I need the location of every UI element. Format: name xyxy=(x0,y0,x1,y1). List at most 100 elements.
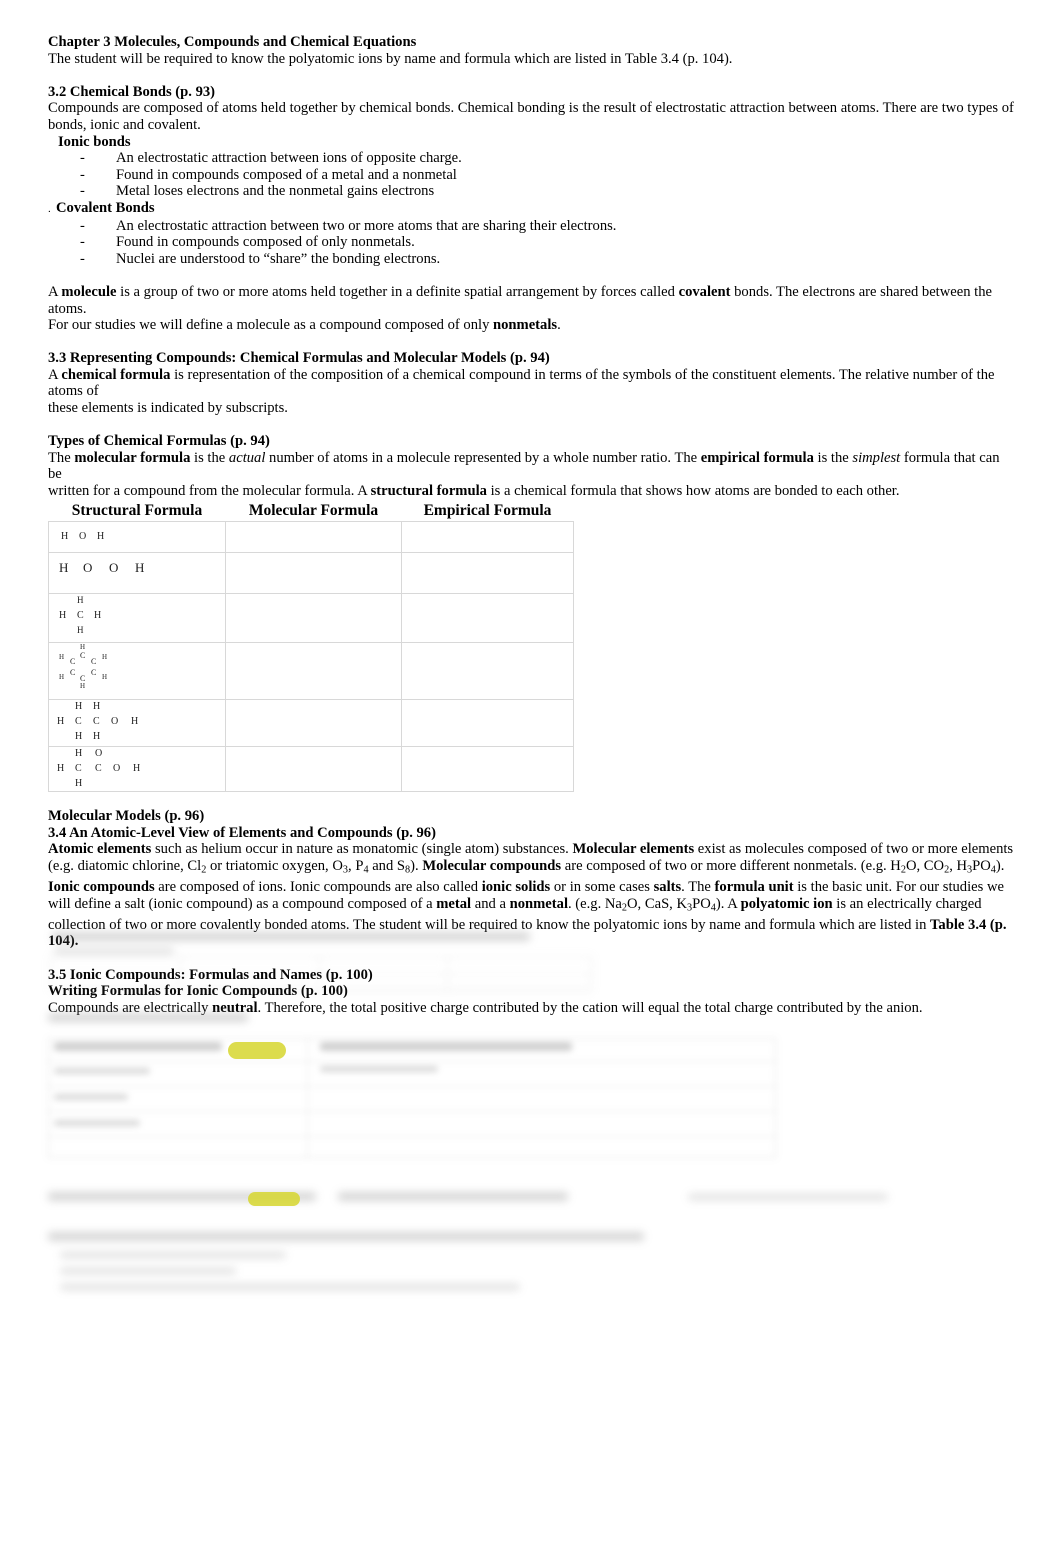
atom-label-O: O xyxy=(113,762,121,774)
formula-table: Structural Formula Molecular Formula Emp… xyxy=(48,502,574,792)
structural-formula-cell-hydrogen-peroxide: HOOH xyxy=(48,551,226,594)
structural-diagram-ethanol: HHHCCOHHH xyxy=(49,700,225,746)
atom-label-H: H xyxy=(97,530,105,542)
structural-formula-cell-ethanol: HHHCCOHHH xyxy=(48,698,226,747)
formula-table-head: Structural Formula Molecular Formula Emp… xyxy=(49,502,574,522)
term-covalent: covalent xyxy=(678,283,731,300)
molecular-formula-cell-hydrogen-peroxide[interactable] xyxy=(225,551,402,594)
text-run: such as helium occur in nature as monato… xyxy=(151,841,573,858)
empirical-formula-cell-hydrogen-peroxide[interactable] xyxy=(401,551,574,594)
text-run: . xyxy=(557,317,561,334)
text-run: and S xyxy=(368,858,406,874)
bullet-text: An electrostatic attraction between ions… xyxy=(116,150,462,167)
text-run: . Therefore, the total positive charge c… xyxy=(257,999,923,1016)
dash-marker: - xyxy=(80,183,85,200)
empirical-formula-value xyxy=(402,594,573,642)
empirical-formula-cell-ethanol[interactable] xyxy=(401,698,574,747)
emphasized-term: Molecular compounds xyxy=(422,858,562,874)
empirical-formula-cell-water[interactable] xyxy=(401,520,574,553)
emphasized-term: Molecular elements xyxy=(572,841,695,858)
atom-label-H: H xyxy=(93,730,101,742)
atom-label-O: O xyxy=(111,715,119,727)
bullet-text: Found in compounds composed of only nonm… xyxy=(116,234,415,251)
term-molecule: molecule xyxy=(61,283,117,300)
chapter-title: Chapter 3 Molecules, Compounds and Chemi… xyxy=(48,34,417,50)
text-run: . (e.g. Na xyxy=(568,895,622,912)
structural-diagram-methane: HHCHH xyxy=(49,594,225,642)
atom-label-H: H xyxy=(57,715,65,727)
redacted-region-table-2 xyxy=(48,1038,778,1160)
text-run: O, CaS, K xyxy=(627,895,688,912)
dash-marker: - xyxy=(80,217,85,234)
molecular-formula-value xyxy=(226,643,401,699)
emphasized-term: nonmetal xyxy=(509,895,568,912)
atom-label-C: C xyxy=(93,715,100,727)
text-run: ). xyxy=(995,858,1005,874)
text-run: is representation of the composition of … xyxy=(48,366,995,400)
text-run: and a xyxy=(471,895,510,912)
emphasized-term: Atomic elements xyxy=(48,841,152,858)
text-run: A xyxy=(48,366,62,383)
structural-formula-cell-benzene: HHCCCHCCHCHH xyxy=(48,641,226,700)
emphasized-term: Ionic compounds xyxy=(48,879,155,896)
section-heading-3-2: 3.2 Chemical Bonds (p. 93) xyxy=(48,83,216,100)
text-run: PO xyxy=(692,895,711,912)
text-run: are composed of two or more different no… xyxy=(561,858,901,874)
term-nonmetals: nonmetals xyxy=(493,317,558,334)
emphasis-simplest: simplest xyxy=(852,449,901,466)
bullet-text: Metal loses electrons and the nonmetal g… xyxy=(116,183,435,200)
term-chemical-formula: chemical formula xyxy=(61,366,171,383)
atom-label-C: C xyxy=(95,762,102,774)
text-run: For our studies we will define a molecul… xyxy=(48,317,494,334)
table-header-row: Structural Formula Molecular Formula Emp… xyxy=(49,502,574,522)
text-run: . The xyxy=(681,879,715,896)
atom-label-H: H xyxy=(75,747,83,759)
dash-marker: - xyxy=(80,234,85,251)
list-item: - Found in compounds composed of only non… xyxy=(48,234,1014,251)
molecular-formula-cell-ethanol[interactable] xyxy=(225,698,402,747)
empirical-formula-cell-methane[interactable] xyxy=(401,592,574,643)
bullet-text: Found in compounds composed of a metal a… xyxy=(116,166,457,183)
redacted-region-line-1 xyxy=(48,1013,278,1029)
molecular-formula-value xyxy=(226,594,401,642)
redacted-region-paragraph xyxy=(48,1230,668,1302)
dash-marker: - xyxy=(80,166,85,183)
chemical-formula-line-1: A chemical formula is representation of … xyxy=(48,367,1014,400)
column-header-molecular: Molecular Formula xyxy=(248,501,379,519)
redacted-region-line-2 xyxy=(48,1190,1008,1216)
table-row: HHCHH xyxy=(48,592,574,643)
structural-formula-cell-acetic-acid: HOHCCOHH xyxy=(48,745,226,792)
document-body: Chapter 3 Molecules, Compounds and Chemi… xyxy=(48,34,1014,1016)
stray-period-mark: . xyxy=(48,202,51,215)
molecular-formula-value xyxy=(226,553,401,593)
atom-label-H: H xyxy=(61,530,69,542)
text-run: is the xyxy=(813,449,853,466)
molecular-formula-value xyxy=(226,700,401,746)
section-3-2-intro-line-2: bonds, ionic and covalent. xyxy=(48,116,201,133)
atom-label-C: C xyxy=(70,656,76,666)
molecular-formula-cell-methane[interactable] xyxy=(225,592,402,643)
atom-label-H: H xyxy=(75,777,83,789)
term-empirical-formula: empirical formula xyxy=(700,449,814,466)
text-run: is a group of two or more atoms held tog… xyxy=(116,283,679,300)
covalent-bonds-label: . Covalent Bonds xyxy=(48,200,1014,218)
empirical-formula-cell-acetic-acid[interactable] xyxy=(401,745,574,792)
types-line-1: The molecular formula is the actual numb… xyxy=(48,450,1014,483)
text-run: ). A xyxy=(715,895,741,912)
molecular-formula-cell-acetic-acid[interactable] xyxy=(225,745,402,792)
molecular-formula-cell-benzene[interactable] xyxy=(225,641,402,700)
empirical-formula-cell-benzene[interactable] xyxy=(401,641,574,700)
atom-label-H: H xyxy=(135,559,145,575)
term-molecular-formula: molecular formula xyxy=(74,449,191,466)
document-page: Chapter 3 Molecules, Compounds and Chemi… xyxy=(0,0,1062,1556)
redacted-region-table-1 xyxy=(48,930,596,992)
molecular-formula-cell-water[interactable] xyxy=(225,520,402,553)
column-header-empirical: Empirical Formula xyxy=(423,501,552,519)
text-run: or in some cases xyxy=(550,879,654,896)
bullet-text: An electrostatic attraction between two … xyxy=(116,217,617,234)
text-run: A xyxy=(48,283,62,300)
structural-formula-cell-methane: HHCHH xyxy=(48,592,226,643)
dash-marker: - xyxy=(80,250,85,267)
atom-label-H: H xyxy=(80,681,86,690)
